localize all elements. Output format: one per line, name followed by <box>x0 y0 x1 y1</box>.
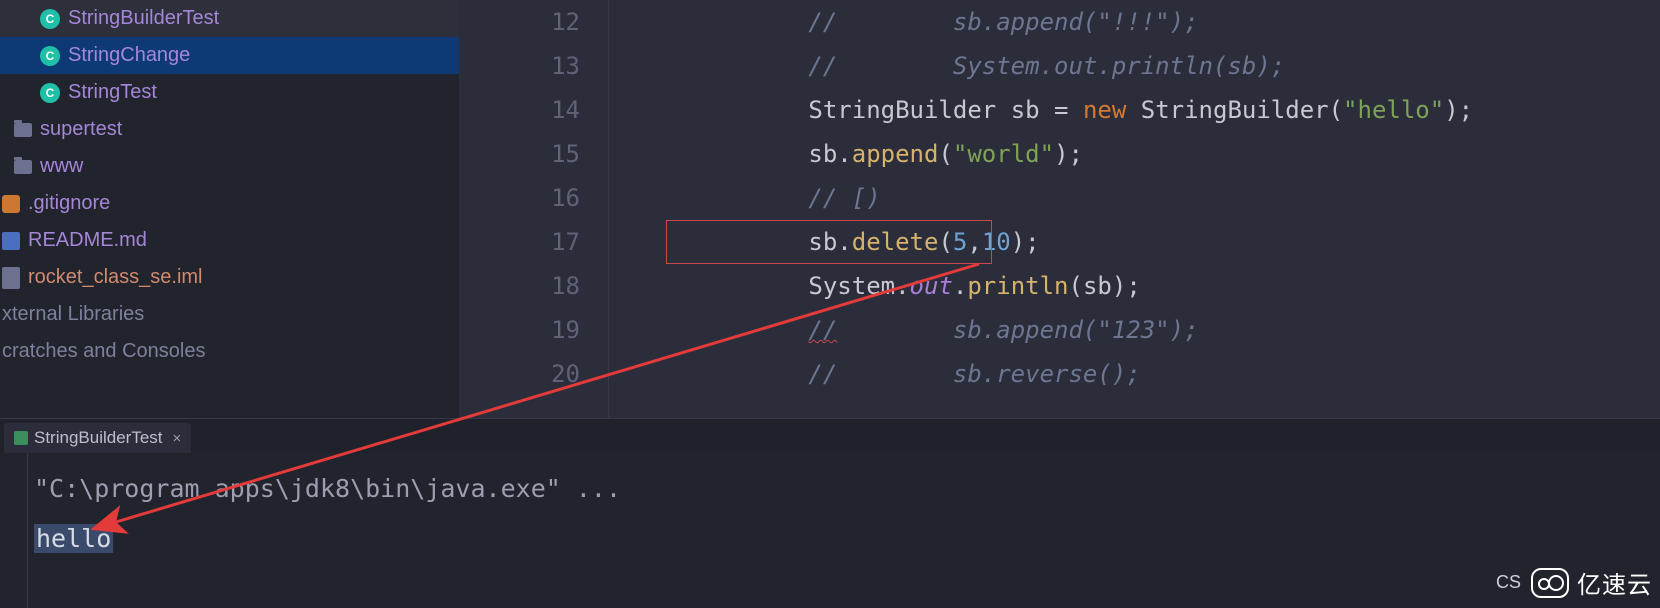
md-icon <box>2 232 20 250</box>
tree-item[interactable]: README.md <box>0 222 459 259</box>
tree-item-label: xternal Libraries <box>2 303 144 326</box>
code-line[interactable]: StringBuilder sb = new StringBuilder("he… <box>635 88 1660 132</box>
line-number: 16 <box>459 176 580 220</box>
tree-item-label: README.md <box>28 229 147 252</box>
tree-item[interactable]: StringTest <box>0 74 459 111</box>
project-tree[interactable]: StringBuilderTest StringChange StringTest s… <box>0 0 459 370</box>
line-number: 13 <box>459 44 580 88</box>
run-tab-label: StringBuilderTest <box>34 428 163 448</box>
main-area: StringBuilderTest StringChange StringTest s… <box>0 0 1660 418</box>
run-tab[interactable]: StringBuilderTest × <box>4 423 191 453</box>
code-line[interactable]: // sb.append("!!!"); <box>635 0 1660 44</box>
java-class-icon <box>40 46 60 66</box>
editor-gutter: 121314151617181920 <box>459 0 609 418</box>
tree-item-label: StringTest <box>68 81 157 104</box>
tree-item-label: StringChange <box>68 44 190 67</box>
code-line[interactable]: sb.append("world"); <box>635 132 1660 176</box>
project-sidebar: StringBuilderTest StringChange StringTest s… <box>0 0 459 418</box>
line-number: 15 <box>459 132 580 176</box>
line-number: 20 <box>459 352 580 396</box>
tree-item[interactable]: xternal Libraries <box>0 296 459 333</box>
folder-icon <box>14 160 32 174</box>
tree-item-label: .gitignore <box>28 192 110 215</box>
tree-item[interactable]: StringChange <box>0 37 459 74</box>
app-root: StringBuilderTest StringChange StringTest s… <box>0 0 1660 608</box>
git-icon <box>2 195 20 213</box>
tree-item-label: cratches and Consoles <box>2 340 205 363</box>
tree-item-label: supertest <box>40 118 122 141</box>
code-line[interactable]: System.out.println(sb); <box>635 264 1660 308</box>
line-number: 19 <box>459 308 580 352</box>
console-output[interactable]: "C:\program apps\jdk8\bin\java.exe" ... … <box>0 453 1660 608</box>
cloud-icon <box>1531 568 1569 598</box>
tree-item[interactable]: rocket_class_se.iml <box>0 259 459 296</box>
code-line[interactable]: // sb.reverse(); <box>635 352 1660 396</box>
folder-icon <box>14 123 32 137</box>
code-line[interactable]: // [) <box>635 176 1660 220</box>
java-class-icon <box>40 9 60 29</box>
run-tabbar: StringBuilderTest × <box>0 419 1660 453</box>
run-tool-window: StringBuilderTest × "C:\program apps\jdk… <box>0 418 1660 608</box>
tree-item-label: www <box>40 155 83 178</box>
watermark: CS 亿速云 <box>1496 565 1652 600</box>
code-line[interactable]: // sb.append("123"); <box>635 308 1660 352</box>
watermark-prefix: CS <box>1496 572 1521 593</box>
close-icon[interactable]: × <box>173 430 182 447</box>
line-number: 12 <box>459 0 580 44</box>
tree-item-label: StringBuilderTest <box>68 7 219 30</box>
run-icon <box>14 431 28 445</box>
console-output-line: hello <box>34 524 113 553</box>
code-line[interactable]: // System.out.println(sb); <box>635 44 1660 88</box>
code-line[interactable]: sb.delete(5,10); <box>635 220 1660 264</box>
line-number: 17 <box>459 220 580 264</box>
tree-item[interactable]: .gitignore <box>0 185 459 222</box>
tree-item-label: rocket_class_se.iml <box>28 266 203 289</box>
editor-code-area[interactable]: // sb.append("!!!"); // System.out.print… <box>609 0 1660 418</box>
console-command-line: "C:\program apps\jdk8\bin\java.exe" ... <box>34 467 1646 511</box>
tree-item[interactable]: StringBuilderTest <box>0 0 459 37</box>
line-number: 14 <box>459 88 580 132</box>
java-class-icon <box>40 83 60 103</box>
tree-item[interactable]: www <box>0 148 459 185</box>
tree-item[interactable]: supertest <box>0 111 459 148</box>
line-number: 18 <box>459 264 580 308</box>
tree-item[interactable]: cratches and Consoles <box>0 333 459 370</box>
watermark-text: 亿速云 <box>1577 565 1652 600</box>
iml-icon <box>2 267 20 289</box>
console-gutter <box>0 453 28 608</box>
code-editor[interactable]: 121314151617181920 // sb.append("!!!"); … <box>459 0 1660 418</box>
